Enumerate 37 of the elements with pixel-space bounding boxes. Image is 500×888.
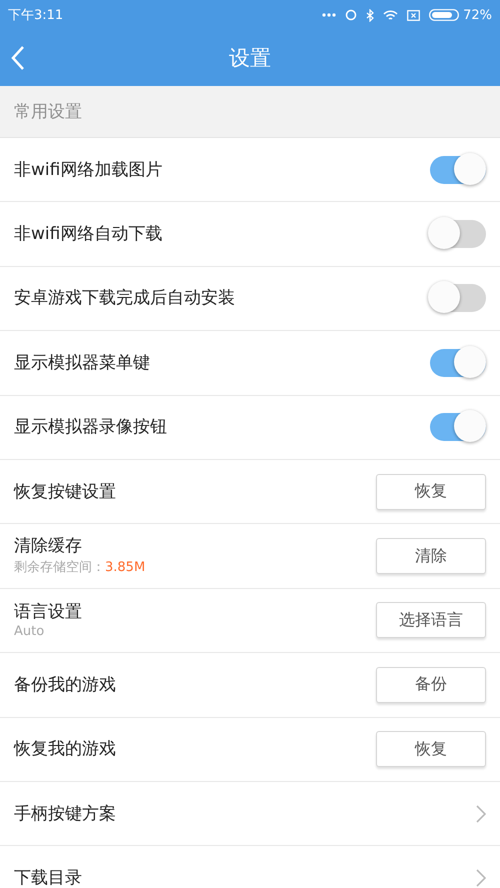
bluetooth-icon <box>366 8 374 22</box>
chevron-icon[interactable] <box>476 804 486 823</box>
status-time: 下午3:11 <box>8 7 64 24</box>
action-button[interactable]: 恢复 <box>376 731 486 768</box>
toggle-switch[interactable] <box>430 156 486 184</box>
action-button[interactable]: 备份 <box>376 666 486 703</box>
page-title: 设置 <box>229 45 271 72</box>
battery-icon <box>429 9 460 21</box>
more-icon <box>322 13 336 17</box>
setting-label: 清除缓存 <box>14 536 83 556</box>
chevron-icon[interactable] <box>476 868 486 887</box>
action-button[interactable]: 选择语言 <box>376 602 486 638</box>
setting-label: 非wifi网络自动下载 <box>14 224 162 244</box>
wifi-icon <box>383 10 398 20</box>
setting-label: 非wifi网络加载图片 <box>14 160 162 180</box>
setting-subtitle: 剩余存储空间：3.85M <box>14 559 146 576</box>
setting-label: 手柄按键方案 <box>14 804 116 824</box>
setting-label: 显示模拟器录像按钮 <box>14 417 167 438</box>
setting-label: 安卓游戏下载完成后自动安装 <box>14 288 235 308</box>
setting-label: 恢复按键设置 <box>14 482 116 502</box>
setting-subtitle: Auto <box>14 624 46 639</box>
toggle-switch[interactable] <box>430 284 486 312</box>
action-button[interactable]: 恢复 <box>376 474 486 510</box>
battery-percent: 72% <box>463 8 492 22</box>
section-title: 常用设置 <box>14 101 82 123</box>
toggle-switch[interactable] <box>430 413 486 442</box>
setting-label: 恢复我的游戏 <box>14 739 116 760</box>
setting-label: 语言设置 <box>14 602 82 622</box>
sim-icon <box>407 10 420 20</box>
back-icon[interactable] <box>10 45 26 71</box>
setting-label: 备份我的游戏 <box>14 674 116 695</box>
sync-icon <box>345 9 358 21</box>
toggle-switch[interactable] <box>430 220 486 248</box>
setting-label: 下载目录 <box>14 868 82 888</box>
action-button[interactable]: 清除 <box>376 538 486 574</box>
toggle-switch[interactable] <box>430 348 486 377</box>
setting-label: 显示模拟器菜单键 <box>14 352 150 373</box>
